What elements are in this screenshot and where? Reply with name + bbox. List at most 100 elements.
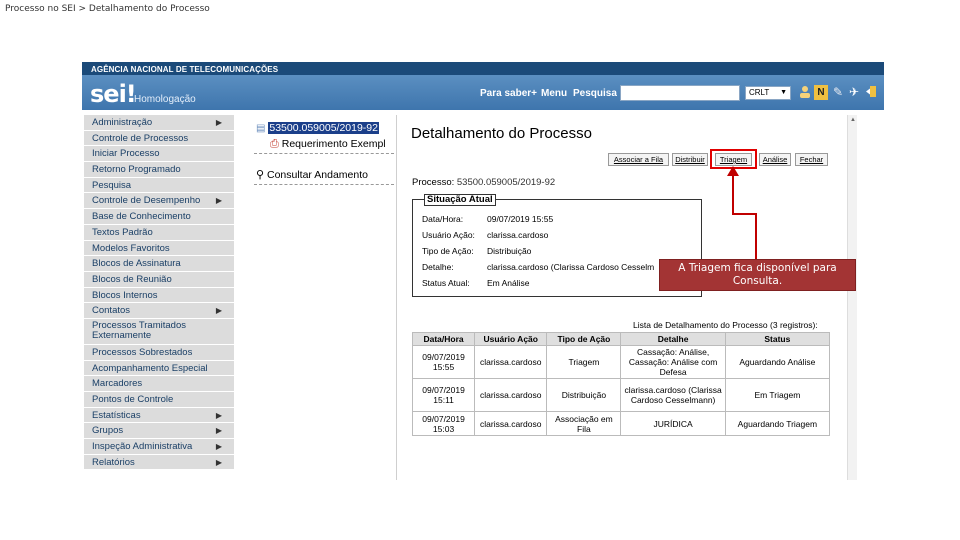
tree-divider: [254, 153, 394, 154]
callout-arrow: [727, 166, 757, 259]
sidebar-item[interactable]: Relatórios ▶: [84, 454, 234, 471]
fechar-button[interactable]: Fechar: [795, 153, 828, 166]
sidebar-item-label: Textos Padrão: [92, 226, 153, 238]
pesquisa-link[interactable]: Pesquisa: [573, 88, 617, 99]
sidebar-item-label: Contatos: [92, 305, 131, 317]
sidebar-item[interactable]: Iniciar Processo: [84, 146, 234, 163]
sidebar-item[interactable]: Pesquisa: [84, 177, 234, 194]
menu-link[interactable]: Menu: [541, 88, 567, 99]
history-table: Data/Hora Usuário Ação Tipo de Ação Deta…: [411, 332, 831, 436]
process-label: Processo:: [412, 177, 455, 188]
consultar-andamento-link[interactable]: Consultar Andamento: [267, 169, 368, 181]
sei-logo[interactable]: sei!: [90, 80, 137, 108]
search-input[interactable]: [620, 85, 740, 101]
table-cell: Aguardando Triagem: [724, 411, 831, 436]
table-row: 09/07/2019 15:55 clarissa.cardoso Triage…: [411, 345, 831, 379]
sidebar-item-label: Retorno Programado: [92, 164, 181, 176]
scroll-up-icon[interactable]: ▲: [850, 117, 856, 123]
process-number: 53500.059005/2019-92: [456, 177, 556, 188]
sit-label: Data/Hora:: [422, 214, 464, 224]
analise-button[interactable]: Análise: [759, 153, 791, 166]
sidebar-item-label: Grupos: [92, 425, 124, 437]
sidebar-item[interactable]: Contatos ▶: [84, 303, 234, 319]
sidebar-item[interactable]: Inspeção Administrativa ▶: [84, 439, 234, 455]
unit-select-value: CRLT: [749, 88, 770, 97]
sit-value: clarissa.cardoso (Clarissa Cardoso Cesse…: [487, 262, 655, 272]
sidebar-item[interactable]: Marcadores: [84, 376, 234, 392]
distribuir-button[interactable]: Distribuir: [672, 153, 708, 166]
sidebar-item[interactable]: Controle de Processos: [84, 130, 234, 147]
document-item[interactable]: ⎙ Requerimento Exempl: [270, 138, 396, 151]
sidebar-item-label: Pesquisa: [92, 179, 132, 191]
sidebar-item-label: Inspeção Administrativa: [92, 441, 193, 453]
sidebar-item-label: Base de Conhecimento: [92, 211, 191, 223]
sit-value: Em Análise: [487, 278, 530, 288]
panel-divider: [396, 115, 397, 480]
folder-icon: ▤: [256, 123, 266, 134]
sidebar-item-label: Iniciar Processo: [92, 148, 160, 160]
sit-value: clarissa.cardoso: [487, 230, 549, 240]
sidebar-item[interactable]: Base de Conhecimento: [84, 209, 234, 225]
sidebar-item[interactable]: Administração ▶: [84, 115, 234, 131]
chevron-down-icon: ▼: [780, 89, 787, 96]
sit-label: Usuário Ação:: [422, 230, 475, 240]
table-cell: clarissa.cardoso: [474, 378, 548, 412]
tree-divider: [254, 184, 394, 185]
column-header: Detalhe: [620, 332, 726, 346]
table-row: 09/07/2019 15:11 clarissa.cardoso Distri…: [411, 378, 831, 412]
table-cell: clarissa.cardoso: [474, 345, 548, 379]
sidebar-menu: Administração ▶ Controle de Processos Inici…: [84, 115, 234, 471]
sit-label: Status Atual:: [422, 278, 470, 288]
sidebar-item[interactable]: Blocos de Reunião: [84, 271, 234, 288]
process-line: Processo: 53500.059005/2019-92: [412, 177, 555, 188]
callout-note: A Triagem fica disponível para Consulta.: [659, 259, 856, 291]
exit-icon[interactable]: [864, 85, 878, 100]
associar-fila-button[interactable]: Associar a Fila: [608, 153, 669, 166]
sidebar-item[interactable]: Processos Sobrestados: [84, 344, 234, 361]
situacao-legend: Situação Atual: [424, 194, 496, 206]
sidebar-item[interactable]: Pontos de Controle: [84, 392, 234, 408]
sidebar-item[interactable]: Grupos ▶: [84, 423, 234, 440]
table-cell: clarissa.cardoso: [474, 411, 548, 436]
sidebar-item-label: Blocos de Assinatura: [92, 258, 181, 270]
para-saber-link[interactable]: Para saber+: [480, 88, 537, 99]
sidebar-item[interactable]: Acompanhamento Especial: [84, 360, 234, 377]
sidebar-item[interactable]: Blocos Internos: [84, 287, 234, 304]
settings-icon[interactable]: ✎: [831, 85, 845, 100]
process-tree-root[interactable]: ▤ 53500.059005/2019-92: [256, 122, 379, 134]
vertical-scrollbar[interactable]: ▲: [847, 115, 857, 480]
table-cell: Cassação: Análise, Cassação: Análise com…: [620, 345, 726, 379]
sidebar-item-label: Modelos Favoritos: [92, 242, 170, 254]
table-cell: Triagem: [546, 345, 622, 379]
sidebar-item[interactable]: Estatísticas ▶: [84, 407, 234, 424]
document-link[interactable]: Requerimento Exempl: [282, 138, 386, 150]
sidebar-item[interactable]: Modelos Favoritos: [84, 240, 234, 257]
sidebar-item-label: Administração: [92, 117, 153, 128]
sidebar-item-label: Controle de Desempenho: [92, 195, 201, 207]
sidebar-item[interactable]: Textos Padrão: [84, 224, 234, 241]
sidebar-item[interactable]: Controle de Desempenho ▶: [84, 193, 234, 210]
chevron-right-icon: ▶: [215, 410, 222, 420]
sidebar-item-label: Controle de Processos: [92, 132, 189, 144]
gear-icon[interactable]: ✈: [847, 85, 861, 100]
sidebar-item-label: Processos Tramitados Externamente: [92, 319, 186, 342]
sit-value: Distribuição: [487, 246, 532, 256]
chevron-right-icon: ▶: [215, 196, 222, 206]
chevron-right-icon: ▶: [215, 118, 222, 127]
notes-icon[interactable]: N: [814, 85, 828, 100]
sidebar-item-label: Blocos Internos: [92, 289, 158, 301]
table-row: 09/07/2019 15:03 clarissa.cardoso Associ…: [411, 411, 831, 436]
sidebar-item-label: Pontos de Controle: [92, 394, 174, 405]
sidebar-item[interactable]: Blocos de Assinatura: [84, 256, 234, 272]
chevron-right-icon: ▶: [215, 457, 222, 467]
process-number-link[interactable]: 53500.059005/2019-92: [268, 122, 379, 134]
table-cell: clarissa.cardoso (Clarissa Cardoso Cesse…: [620, 378, 726, 412]
main-content: Detalhamento do Processo Associar a Fila…: [404, 115, 844, 480]
sidebar-item[interactable]: Retorno Programado: [84, 162, 234, 178]
table-header-row: Data/Hora Usuário Ação Tipo de Ação Deta…: [411, 332, 831, 346]
table-cell: Distribuição: [546, 378, 622, 412]
sidebar-item[interactable]: Processos Tramitados Externamente: [84, 318, 234, 345]
consultar-andamento[interactable]: ⚲ Consultar Andamento: [256, 168, 368, 181]
unit-select[interactable]: CRLT ▼: [745, 86, 791, 100]
user-icon[interactable]: [798, 85, 812, 100]
